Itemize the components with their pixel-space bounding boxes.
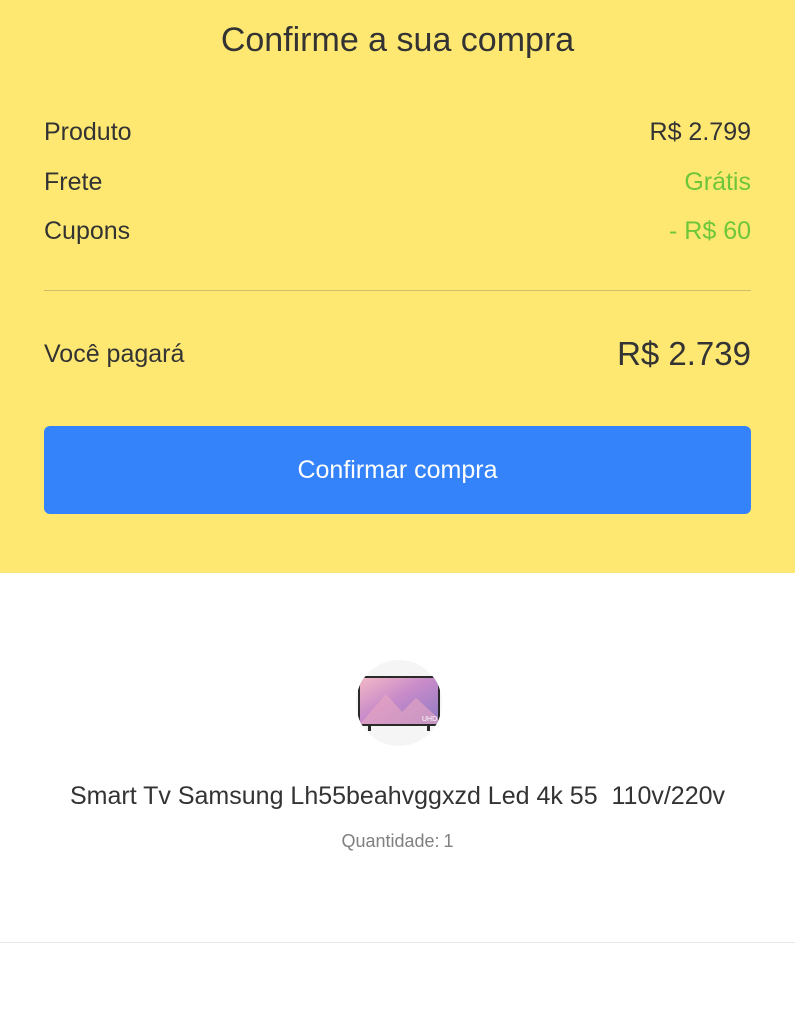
product-name: Smart Tv Samsung Lh55beahvggxzd Led 4k 5… bbox=[69, 782, 726, 810]
coupons-label: Cupons bbox=[44, 217, 131, 245]
total-price: R$ 2.739 bbox=[617, 335, 751, 372]
total-row: Você pagará R$ 2.739 bbox=[44, 332, 751, 376]
tv-icon: UHD bbox=[358, 676, 440, 731]
bottom-divider bbox=[0, 942, 795, 943]
product-price: R$ 2.799 bbox=[649, 118, 751, 146]
total-label: Você pagará bbox=[44, 340, 185, 368]
summary-row-shipping: Frete Grátis bbox=[44, 164, 751, 200]
confirm-purchase-button[interactable]: Confirmar compra bbox=[44, 426, 751, 514]
tv-product-image: UHD bbox=[356, 660, 442, 746]
product-label: Produto bbox=[44, 118, 132, 146]
summary-divider bbox=[44, 290, 751, 291]
quantity-value: 1 bbox=[443, 831, 454, 851]
quantity-label: Quantidade: bbox=[341, 831, 440, 851]
summary-row-product: Produto R$ 2.799 bbox=[44, 114, 751, 150]
summary-row-coupons: Cupons - R$ 60 bbox=[44, 213, 751, 249]
purchase-summary-panel: Confirme a sua compra Produto R$ 2.799 F… bbox=[0, 0, 795, 573]
shipping-label: Frete bbox=[44, 168, 103, 196]
shipping-value: Grátis bbox=[684, 168, 751, 196]
product-quantity: Quantidade: 1 bbox=[0, 828, 795, 854]
coupons-discount: - R$ 60 bbox=[669, 217, 751, 245]
page-title: Confirme a sua compra bbox=[220, 21, 575, 59]
svg-text:UHD: UHD bbox=[422, 716, 437, 723]
